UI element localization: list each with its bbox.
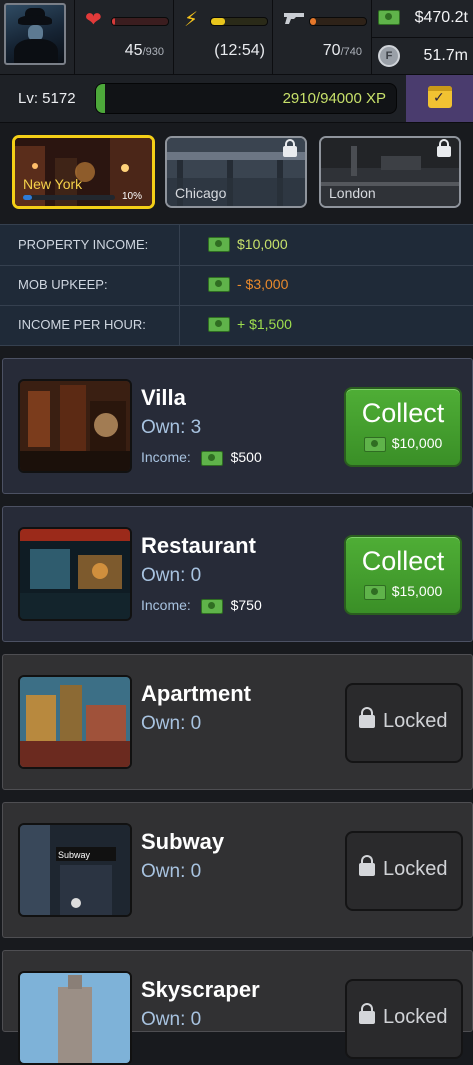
xp-text: 2910/94000 XP bbox=[282, 90, 386, 107]
income-row-upkeep: MOB UPKEEP: - $3,000 bbox=[0, 265, 473, 306]
currency-panel[interactable]: $470.2t F 51.7m bbox=[371, 0, 473, 74]
city-progress-label: 10% bbox=[121, 191, 142, 202]
health-value: 45/930 bbox=[124, 42, 164, 59]
property-card-skyscraper: Skyscraper Own: 0 Locked bbox=[2, 950, 473, 1065]
property-card-restaurant: Restaurant Own: 0 Income: $750 Collect $… bbox=[2, 506, 473, 642]
city-name: London bbox=[329, 185, 376, 201]
property-name: Apartment bbox=[141, 681, 252, 706]
property-name: Skyscraper bbox=[141, 977, 260, 1002]
hourly-amount: + $1,500 bbox=[237, 316, 292, 332]
property-income: Income: $750 bbox=[141, 597, 262, 614]
subway-image: Subway bbox=[18, 823, 132, 917]
property-owned: Own: 0 bbox=[141, 1009, 202, 1030]
property-owned: Own: 0 bbox=[141, 565, 202, 586]
upkeep-amount: - $3,000 bbox=[237, 276, 289, 292]
property-card-villa: Villa Own: 3 Income: $500 Collect $10,00… bbox=[2, 358, 473, 494]
property-card-apartment: Apartment Own: 0 Locked bbox=[2, 654, 473, 790]
city-name: New York bbox=[23, 176, 83, 192]
cash-icon bbox=[208, 317, 230, 332]
calendar-check-icon: ✓ bbox=[428, 86, 452, 108]
villa-image bbox=[18, 379, 132, 473]
locked-button[interactable]: Locked bbox=[345, 831, 463, 911]
lightning-icon: ⚡ bbox=[184, 9, 199, 31]
income-summary: PROPERTY INCOME: $10,000 MOB UPKEEP: - $… bbox=[0, 224, 473, 346]
cash-icon bbox=[208, 277, 230, 292]
lock-icon bbox=[359, 855, 375, 876]
cash-icon bbox=[378, 10, 400, 25]
apartment-image bbox=[18, 675, 132, 769]
property-income: Income: $500 bbox=[141, 449, 262, 466]
health-stat[interactable]: ❤ 45/930 bbox=[74, 0, 174, 74]
coin-value: 51.7m bbox=[423, 47, 468, 64]
energy-bar bbox=[210, 17, 268, 26]
skyscraper-image bbox=[18, 971, 132, 1065]
cash-value: $470.2t bbox=[414, 9, 468, 26]
xp-bar: 2910/94000 XP bbox=[95, 83, 397, 114]
stamina-bar bbox=[309, 17, 367, 26]
collect-button[interactable]: Collect $15,000 bbox=[344, 535, 462, 615]
city-tab-chicago[interactable]: Chicago bbox=[165, 136, 307, 208]
energy-timer: (12:54) bbox=[214, 42, 265, 59]
property-card-subway: Subway Subway Own: 0 Locked bbox=[2, 802, 473, 938]
property-owned: Own: 0 bbox=[141, 861, 202, 882]
city-name: Chicago bbox=[175, 185, 227, 201]
property-owned: Own: 0 bbox=[141, 713, 202, 734]
coin-icon: F bbox=[378, 45, 400, 67]
gun-icon bbox=[283, 10, 307, 30]
city-progress-bar bbox=[23, 195, 115, 200]
city-tab-london[interactable]: London bbox=[319, 136, 461, 208]
property-name: Subway bbox=[141, 829, 225, 854]
collect-button[interactable]: Collect $10,000 bbox=[344, 387, 462, 467]
daily-reward-button[interactable]: ✓ bbox=[406, 75, 473, 122]
status-bar: ❤ 45/930 ⚡ (12:54) 70/740 $470.2t F 51.7… bbox=[0, 0, 473, 75]
cash-icon bbox=[363, 436, 386, 452]
player-avatar[interactable] bbox=[4, 3, 66, 65]
restaurant-image bbox=[18, 527, 132, 621]
lock-icon bbox=[283, 139, 297, 157]
svg-text:Subway: Subway bbox=[58, 850, 91, 860]
locked-button[interactable]: Locked bbox=[345, 979, 463, 1059]
property-name: Villa bbox=[141, 385, 186, 410]
income-row-property: PROPERTY INCOME: $10,000 bbox=[0, 225, 473, 266]
stamina-value: 70/740 bbox=[322, 42, 362, 59]
income-amount: $10,000 bbox=[237, 236, 288, 252]
city-tab-new-york[interactable]: New York 10% bbox=[12, 135, 155, 209]
cash-icon bbox=[208, 237, 230, 252]
cash-icon bbox=[363, 584, 386, 600]
lock-icon bbox=[359, 1003, 375, 1024]
locked-button[interactable]: Locked bbox=[345, 683, 463, 763]
cash-icon bbox=[200, 450, 223, 466]
level-row: Lv: 5172 2910/94000 XP bbox=[0, 75, 473, 123]
cash-icon bbox=[200, 598, 223, 614]
energy-stat[interactable]: ⚡ (12:54) bbox=[173, 0, 273, 74]
lock-icon bbox=[437, 139, 451, 157]
health-bar bbox=[111, 17, 169, 26]
income-row-hourly: INCOME PER HOUR: + $1,500 bbox=[0, 305, 473, 346]
heart-icon: ❤ bbox=[85, 9, 102, 31]
level-label: Lv: 5172 bbox=[18, 90, 76, 107]
stamina-stat[interactable]: 70/740 bbox=[272, 0, 372, 74]
property-name: Restaurant bbox=[141, 533, 256, 558]
lock-icon bbox=[359, 707, 375, 728]
property-owned: Own: 3 bbox=[141, 417, 202, 438]
